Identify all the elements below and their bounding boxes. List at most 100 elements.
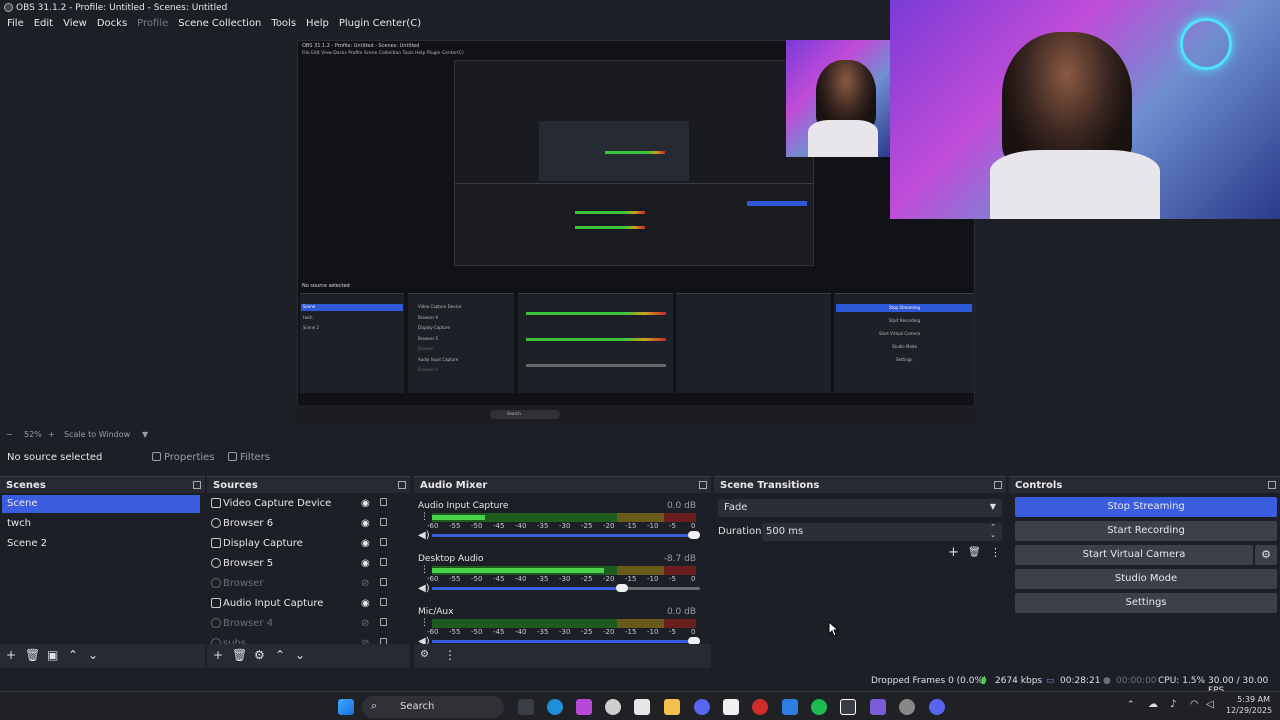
virtual-camera-settings-icon[interactable]: ⚙ [1255, 545, 1277, 565]
kebab-menu-icon[interactable]: ⋮ [420, 512, 429, 522]
menu-tools[interactable]: Tools [266, 16, 301, 34]
undock-icon[interactable] [994, 481, 1002, 489]
menu-edit[interactable]: Edit [29, 16, 58, 34]
eye-off-icon[interactable]: ⊘ [361, 618, 369, 629]
lock-icon[interactable] [380, 618, 387, 626]
menu-view[interactable]: View [58, 16, 92, 34]
stop-streaming-button[interactable]: Stop Streaming [1015, 497, 1277, 517]
undock-icon[interactable] [699, 481, 707, 489]
file-explorer-icon[interactable] [664, 699, 680, 715]
eye-icon[interactable]: ◉ [361, 538, 370, 549]
store-icon[interactable] [634, 699, 650, 715]
chevron-down-icon[interactable]: ▼ [142, 430, 148, 439]
cloud-icon[interactable]: ☁ [1148, 699, 1158, 710]
kebab-menu-icon[interactable]: ⋮ [420, 618, 429, 628]
source-item[interactable]: Browser 5 ◉ [207, 555, 405, 573]
lock-icon[interactable] [380, 558, 387, 566]
microphone-icon[interactable]: ♪ [1170, 699, 1176, 710]
edge-icon[interactable] [547, 699, 563, 715]
duration-spinbox[interactable]: 500 ms ⌃ ⌄ [762, 523, 1002, 541]
discord-icon[interactable] [694, 699, 710, 715]
spotify-icon[interactable] [811, 699, 827, 715]
eye-icon[interactable]: ◉ [361, 498, 370, 509]
kebab-menu-icon[interactable]: ⋮ [420, 565, 429, 575]
source-item[interactable]: Audio Input Capture ◉ [207, 595, 405, 613]
zoom-in-icon[interactable]: + [48, 430, 55, 439]
scene-item-twch[interactable]: twch [2, 515, 200, 533]
source-item[interactable]: Browser ⊘ [207, 575, 405, 593]
scene-item-scene-2[interactable]: Scene 2 [2, 535, 200, 553]
lock-icon[interactable] [380, 538, 387, 546]
lock-icon[interactable] [380, 518, 387, 526]
clock-time[interactable]: 5:39 AM [1228, 695, 1270, 704]
volume-slider[interactable] [432, 637, 700, 645]
source-item[interactable]: Browser 4 ⊘ [207, 615, 405, 633]
volume-slider-handle[interactable] [688, 531, 700, 539]
eye-icon[interactable]: ◉ [361, 558, 370, 569]
transition-menu-icon[interactable]: ⋮ [990, 546, 1001, 559]
transition-select[interactable]: Fade ▼ [718, 499, 1002, 517]
menu-docks[interactable]: Docks [92, 16, 132, 34]
menu-profile[interactable]: Profile [132, 16, 173, 34]
move-down-button[interactable]: ⌄ [88, 649, 98, 661]
undock-icon[interactable] [1268, 481, 1276, 489]
lock-icon[interactable] [380, 498, 387, 506]
speaker-icon[interactable]: ◀) [418, 530, 430, 541]
volume-slider[interactable] [432, 584, 700, 592]
start-virtual-camera-button[interactable]: Start Virtual Camera [1015, 545, 1253, 565]
speaker-icon[interactable]: ◀) [418, 583, 430, 594]
menu-help[interactable]: Help [301, 16, 334, 34]
source-item[interactable]: Browser 6 ◉ [207, 515, 405, 533]
menu-plugin-center[interactable]: Plugin Center(C) [334, 16, 426, 34]
start-recording-button[interactable]: Start Recording [1015, 521, 1277, 541]
scene-filters-button[interactable]: ▣ [47, 649, 58, 661]
add-transition-button[interactable]: + [948, 545, 959, 560]
blue-app-icon[interactable] [782, 699, 798, 715]
volume-slider-handle[interactable] [615, 584, 628, 592]
chrome-icon[interactable] [899, 699, 915, 715]
menu-file[interactable]: File [2, 16, 29, 34]
eye-icon[interactable]: ◉ [361, 518, 370, 529]
move-up-button[interactable]: ⌃ [275, 649, 285, 661]
source-item[interactable]: Video Capture Device ◉ [207, 495, 405, 513]
move-down-button[interactable]: ⌄ [295, 649, 305, 661]
add-scene-button[interactable]: + [6, 649, 16, 661]
red-app-icon[interactable] [752, 699, 768, 715]
lock-icon[interactable] [380, 578, 387, 586]
taskbar-search[interactable]: Search [362, 696, 504, 718]
settings-button[interactable]: Settings [1015, 593, 1277, 613]
eye-icon[interactable]: ◉ [361, 598, 370, 609]
kebab-menu-icon[interactable]: ⋮ [444, 649, 456, 661]
remove-source-button[interactable]: 🗑 [232, 649, 247, 661]
task-view-icon[interactable] [518, 699, 534, 715]
scene-item-scene[interactable]: Scene [2, 495, 200, 513]
eye-off-icon[interactable]: ⊘ [361, 578, 369, 589]
clock-date[interactable]: 12/29/2025 [1226, 706, 1272, 715]
twitch-icon[interactable] [870, 699, 886, 715]
remove-scene-button[interactable]: 🗑 [25, 649, 40, 661]
studio-mode-button[interactable]: Studio Mode [1015, 569, 1277, 589]
maps-pin-icon[interactable] [605, 699, 621, 715]
copilot-icon[interactable] [576, 699, 592, 715]
add-source-button[interactable]: + [213, 649, 223, 661]
spin-down-icon[interactable]: ⌄ [990, 531, 996, 539]
move-up-button[interactable]: ⌃ [68, 649, 78, 661]
source-properties-button[interactable]: ⚙ [254, 649, 265, 661]
lock-icon[interactable] [380, 598, 387, 606]
volume-slider[interactable] [432, 531, 700, 539]
obs-taskbar-icon[interactable] [840, 699, 856, 715]
spin-up-icon[interactable]: ⌃ [990, 523, 996, 531]
source-item[interactable]: subs ⊘ [207, 635, 405, 644]
chevron-up-icon[interactable]: ⌃ [1127, 700, 1135, 710]
document-icon[interactable] [723, 699, 739, 715]
windows-start-icon[interactable] [338, 699, 354, 715]
properties-button[interactable]: Properties [148, 450, 219, 466]
source-item[interactable]: Display Capture ◉ [207, 535, 405, 553]
menu-scene-collection[interactable]: Scene Collection [173, 16, 266, 34]
remove-transition-button[interactable]: 🗑 [968, 547, 981, 558]
filters-button[interactable]: Filters [224, 450, 274, 466]
scale-mode[interactable]: Scale to Window [64, 430, 130, 439]
volume-icon[interactable]: ◁ [1206, 699, 1214, 710]
undock-icon[interactable] [398, 481, 406, 489]
wifi-icon[interactable]: ◠ [1190, 699, 1199, 710]
